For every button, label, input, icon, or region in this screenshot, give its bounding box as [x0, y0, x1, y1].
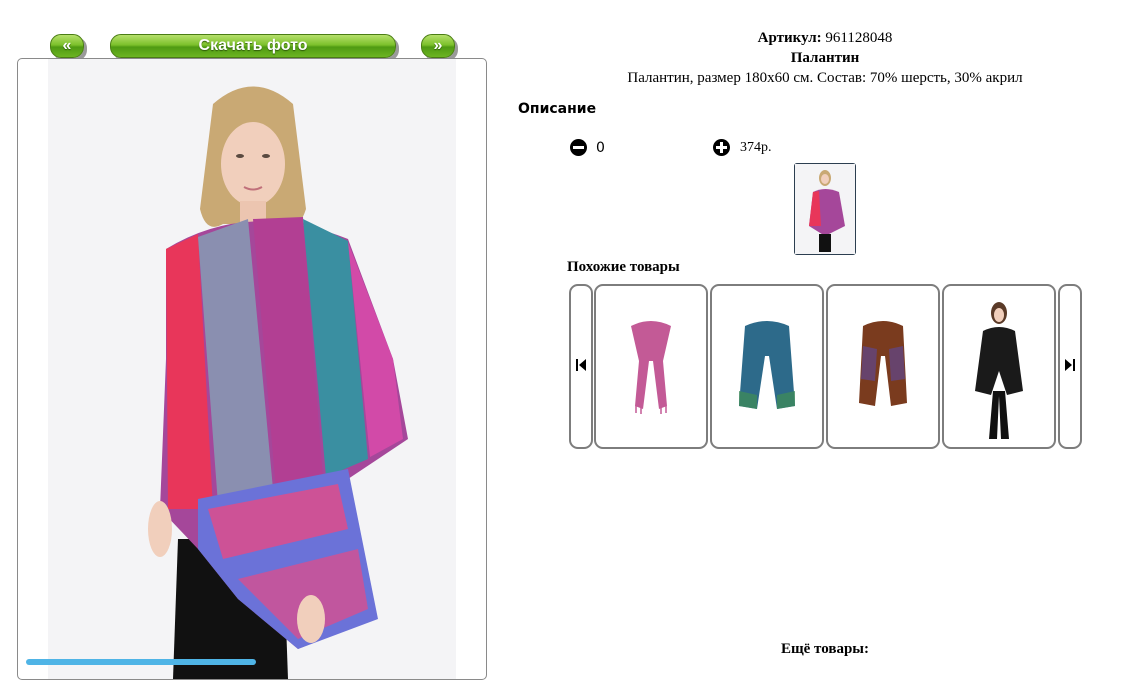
similar-item-brown-scarf[interactable] — [826, 284, 940, 449]
next-photo-button[interactable]: » — [421, 34, 455, 58]
brown-scarf-image — [859, 321, 907, 406]
thumbnail-photo — [795, 164, 855, 254]
skip-forward-icon — [1065, 359, 1075, 371]
article-number: 961128048 — [825, 30, 893, 46]
selected-thumbnail[interactable] — [794, 163, 856, 255]
carousel-previous-button[interactable] — [569, 284, 593, 449]
price-value: 374р. — [740, 140, 772, 155]
similar-item-black-cardigan[interactable] — [942, 284, 1056, 449]
article-line: Артикул: 961128048 — [500, 30, 1148, 47]
bottom-accent-bar — [26, 659, 256, 665]
article-label: Артикул: — [757, 30, 822, 46]
download-photo-button[interactable]: Скачать фото — [110, 34, 396, 58]
previous-photo-button[interactable]: « — [50, 34, 84, 58]
skip-back-icon — [576, 359, 586, 371]
plus-circle-icon[interactable] — [713, 139, 730, 156]
similar-item-blue-green-scarf[interactable] — [710, 284, 824, 449]
more-products-heading: Ещё товары: — [780, 641, 870, 657]
black-cardigan-image — [975, 302, 1023, 439]
quantity-value: 0 — [596, 140, 605, 156]
blue-scarf-image — [739, 321, 795, 409]
pink-scarf-image — [631, 321, 671, 414]
description-heading: Описание — [518, 101, 597, 117]
minus-circle-icon[interactable] — [570, 139, 587, 156]
similar-products-heading: Похожие товары — [567, 259, 680, 275]
product-photo — [48, 59, 456, 679]
product-title: Палантин — [790, 50, 860, 66]
similar-item-pink-scarf[interactable] — [594, 284, 708, 449]
product-description: Палантин, размер 180х60 см. Состав: 70% … — [627, 70, 1023, 86]
carousel-next-button[interactable] — [1058, 284, 1082, 449]
main-photo-frame — [17, 58, 487, 680]
